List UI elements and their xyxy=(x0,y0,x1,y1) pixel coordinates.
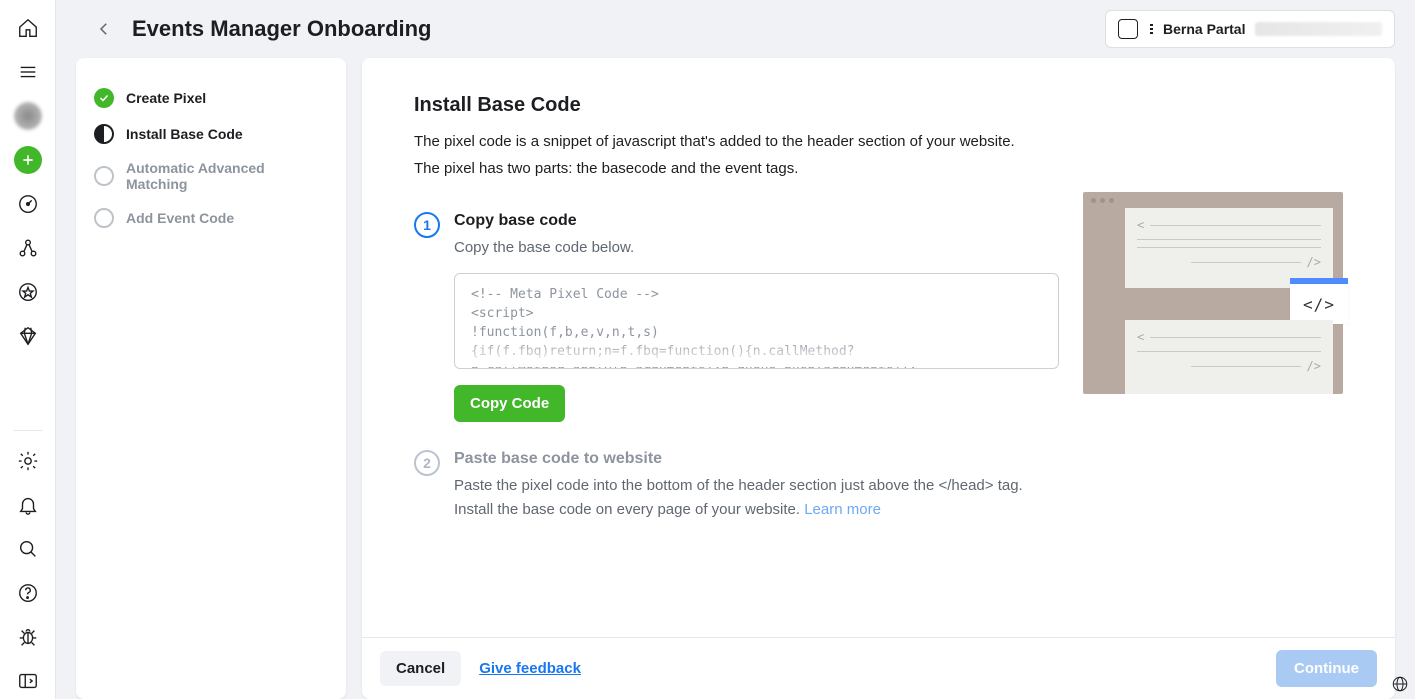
bug-icon[interactable] xyxy=(10,619,46,655)
globe-icon[interactable] xyxy=(1389,673,1411,695)
half-circle-icon xyxy=(94,124,114,144)
step-label: Create Pixel xyxy=(126,90,206,106)
section-title: Install Base Code xyxy=(414,94,1343,117)
substep-heading: Copy base code xyxy=(454,212,1059,230)
help-icon[interactable] xyxy=(10,575,46,611)
page-header: Events Manager Onboarding Berna Partal xyxy=(56,0,1415,58)
account-id-redacted xyxy=(1255,22,1382,36)
profile-avatar[interactable] xyxy=(10,98,46,134)
substep-text: Paste the pixel code into the bottom of … xyxy=(454,474,1059,521)
continue-button[interactable]: Continue xyxy=(1276,650,1377,687)
code-fade-overlay xyxy=(456,339,1057,367)
gauge-icon[interactable] xyxy=(10,186,46,222)
settings-icon[interactable] xyxy=(10,443,46,479)
app-root: Events Manager Onboarding Berna Partal C… xyxy=(0,0,1415,699)
bell-icon[interactable] xyxy=(10,487,46,523)
learn-more-link[interactable]: Learn more xyxy=(804,501,881,518)
section-desc-line2: The pixel has two parts: the basecode an… xyxy=(414,158,1343,181)
back-button[interactable] xyxy=(92,17,116,41)
give-feedback-link[interactable]: Give feedback xyxy=(479,660,581,677)
account-selector[interactable]: Berna Partal xyxy=(1105,10,1395,48)
step-label: Add Event Code xyxy=(126,210,234,226)
account-list-icon xyxy=(1150,24,1153,34)
substep-paste-base-code: 2 Paste base code to website Paste the p… xyxy=(414,450,1059,521)
content-area: Events Manager Onboarding Berna Partal C… xyxy=(56,0,1415,699)
main-panel: Install Base Code The pixel code is a sn… xyxy=(362,58,1395,699)
share-nodes-icon[interactable] xyxy=(10,230,46,266)
account-icon xyxy=(1118,19,1138,39)
menu-icon[interactable] xyxy=(10,54,46,90)
account-name: Berna Partal xyxy=(1163,21,1245,37)
step-install-base-code[interactable]: Install Base Code xyxy=(94,116,328,152)
step-label: Automatic Advanced Matching xyxy=(126,160,328,192)
empty-circle-icon xyxy=(94,208,114,228)
search-icon[interactable] xyxy=(10,531,46,567)
home-icon[interactable] xyxy=(10,10,46,46)
onboarding-steps-card: Create Pixel Install Base Code Automatic… xyxy=(76,58,346,699)
check-icon xyxy=(94,88,114,108)
left-nav-rail xyxy=(0,0,56,699)
substep-heading: Paste base code to website xyxy=(454,450,1059,468)
page-title: Events Manager Onboarding xyxy=(132,16,432,42)
star-icon[interactable] xyxy=(10,274,46,310)
substep-number-2: 2 xyxy=(414,450,440,476)
copy-code-button[interactable]: Copy Code xyxy=(454,385,565,422)
diamond-icon[interactable] xyxy=(10,318,46,354)
pixel-code-box[interactable]: <!-- Meta Pixel Code --> <script> !funct… xyxy=(454,273,1059,369)
step-create-pixel[interactable]: Create Pixel xyxy=(94,80,328,116)
empty-circle-icon xyxy=(94,166,114,186)
panel-icon[interactable] xyxy=(10,663,46,699)
substep-number-1: 1 xyxy=(414,212,440,238)
rail-divider xyxy=(14,430,42,431)
substep-copy-base-code: 1 Copy base code Copy the base code belo… xyxy=(414,212,1059,422)
code-placement-illustration: < /> </> < /> xyxy=(1083,192,1343,394)
step-label: Install Base Code xyxy=(126,126,243,142)
footer-bar: Cancel Give feedback Continue xyxy=(362,637,1395,699)
step-automatic-advanced-matching[interactable]: Automatic Advanced Matching xyxy=(94,152,328,200)
substep-text: Copy the base code below. xyxy=(454,236,1059,259)
code-chip-icon: </> xyxy=(1290,284,1348,324)
substep-text-body: Paste the pixel code into the bottom of … xyxy=(454,477,1023,517)
section-desc-line1: The pixel code is a snippet of javascrip… xyxy=(414,131,1343,154)
cancel-button[interactable]: Cancel xyxy=(380,651,461,686)
add-button[interactable] xyxy=(10,142,46,178)
step-add-event-code[interactable]: Add Event Code xyxy=(94,200,328,236)
